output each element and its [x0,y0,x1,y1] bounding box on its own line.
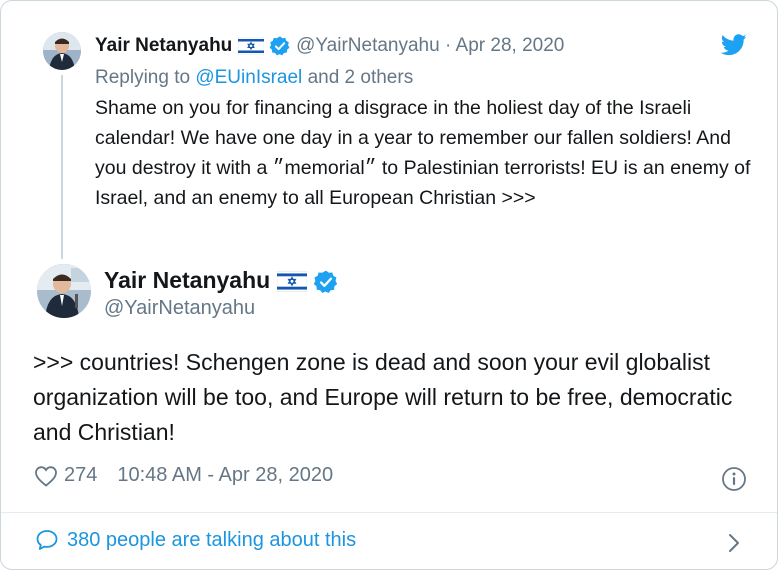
speech-bubble-icon [36,530,58,550]
author-name[interactable]: Yair Netanyahu [95,35,232,56]
avatar[interactable] [43,32,81,70]
heart-icon[interactable] [34,465,58,487]
author-handle[interactable]: @YairNetanyahu [104,297,255,320]
main-avatar[interactable] [37,264,91,318]
twitter-bird-icon[interactable] [721,34,747,56]
divider [1,512,777,513]
avatar-image [43,32,81,70]
verified-badge-icon [313,270,338,293]
meta-separator: · [444,35,452,57]
conversation-text[interactable]: 380 people are talking about this [67,529,356,552]
israel-flag-icon [237,37,264,55]
verified-badge-icon [269,36,290,56]
main-author-line: Yair Netanyahu [104,267,339,295]
tweet-timestamp[interactable]: 10:48 AM - Apr 28, 2020 [117,464,333,487]
reply-mention-link[interactable]: @EUinIsrael [195,67,302,88]
author-handle[interactable]: @YairNetanyahu [296,35,440,56]
conversation-link[interactable]: 380 people are talking about this [35,528,356,552]
reply-tweet-header: Yair Netanyahu @YairNetanyahu · Apr 28, … [95,35,564,57]
israel-flag-icon [276,271,307,293]
replying-prefix: Replying to [95,67,191,88]
replying-to-line: Replying to @EUinIsrael and 2 others [95,67,413,89]
reply-tweet-text: Shame on you for financing a disgrace in… [95,97,751,209]
embedded-tweet-card: Yair Netanyahu @YairNetanyahu · Apr 28, … [0,0,778,570]
main-tweet-text: >>> countries! Schengen zone is dead and… [33,349,733,445]
author-name[interactable]: Yair Netanyahu [104,267,270,293]
thread-connector [61,75,63,259]
info-icon[interactable] [721,466,747,492]
replying-suffix[interactable]: and 2 others [308,67,414,88]
tweet-stats: 274 10:48 AM - Apr 28, 2020 [34,464,333,487]
like-count[interactable]: 274 [64,464,97,487]
tweet-date[interactable]: Apr 28, 2020 [456,35,565,56]
avatar-image [37,264,91,318]
chevron-right-icon[interactable] [727,532,741,554]
